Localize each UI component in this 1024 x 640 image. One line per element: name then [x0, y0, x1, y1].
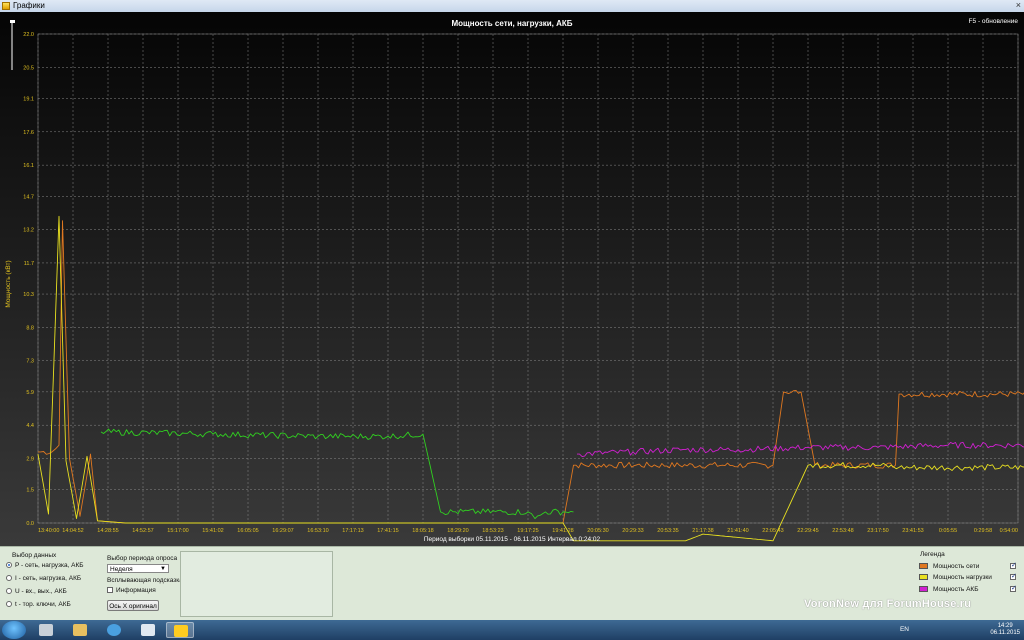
radio-icon[interactable]	[6, 562, 12, 568]
x-tick-label: 18:05:18	[412, 528, 433, 534]
y-tick-label: 13.2	[23, 228, 34, 234]
x-tick-label: 16:29:07	[272, 528, 293, 534]
period-select-value: Неделя	[110, 566, 133, 573]
x-tick-label: 23:17:50	[867, 528, 888, 534]
legend-item-load: Мощность нагрузки	[919, 572, 992, 582]
legend-item-grid: Мощность сети	[919, 561, 979, 571]
lightning-icon[interactable]	[166, 622, 194, 638]
x-tick-label: 0:29:58	[974, 528, 992, 534]
x-tick-label: 19:41:28	[552, 528, 573, 534]
x-tick-label: 16:05:05	[237, 528, 258, 534]
data-option-p[interactable]: P - сеть, нагрузка, АКБ	[6, 560, 84, 570]
legend-checkbox-load[interactable]	[1010, 572, 1017, 580]
power-chart[interactable]: 0.0 1.5 2.9 4.4 5.9 7.3 8.8 10.3 11.7 13.2 14.7 16.…	[0, 12, 1024, 546]
y-tick-label: 16.1	[23, 163, 34, 169]
x-tick-label: 20:29:33	[622, 528, 643, 534]
radio-icon[interactable]	[6, 575, 12, 581]
window-title: Графики	[13, 1, 45, 10]
doc-icon[interactable]	[136, 622, 160, 638]
y-tick-label: 7.3	[26, 359, 34, 365]
app-icon	[2, 2, 10, 10]
pen-icon[interactable]	[34, 622, 58, 638]
zoom-slider-handle[interactable]	[10, 20, 15, 23]
info-checkbox-row[interactable]: Информация	[107, 585, 156, 595]
y-tick-label: 14.7	[23, 194, 34, 200]
x-tick-label: 0:05:55	[939, 528, 957, 534]
chart-title: Мощность сети, нагрузки, АКБ	[452, 19, 573, 28]
x-tick-label: 15:41:02	[202, 528, 223, 534]
legend-title: Легенда	[920, 551, 945, 558]
x-tick-label: 15:17:00	[167, 528, 188, 534]
y-tick-label: 11.7	[24, 261, 34, 267]
y-tick-label: 5.9	[26, 390, 34, 396]
x-tick-label: 20:05:30	[587, 528, 608, 534]
x-tick-label: 17:17:13	[342, 528, 363, 534]
x-tick-label: 22:05:43	[762, 528, 783, 534]
folder-icon[interactable]	[68, 622, 92, 638]
period-select[interactable]: Неделя ▼	[107, 564, 169, 573]
period-text: Период выборки 05.11.2015 - 06.11.2015 И…	[424, 535, 601, 543]
y-tick-label: 17.6	[23, 130, 34, 136]
radio-icon[interactable]	[6, 588, 12, 594]
period-title: Выбор периода опроса	[107, 555, 178, 562]
y-tick-label: 19.1	[23, 96, 34, 102]
y-tick-label: 0.0	[26, 521, 34, 527]
x-tick-label: 22:29:45	[797, 528, 818, 534]
watermark: VoronNew для ForumHouse.ru	[804, 598, 972, 610]
data-option-u[interactable]: U - вх., вых., АКБ	[6, 586, 67, 596]
radio-icon[interactable]	[6, 601, 12, 607]
x-tick-label: 14:28:55	[97, 528, 118, 534]
legend-checkbox-battery[interactable]	[1010, 584, 1017, 592]
control-panel: Выбор данных P - сеть, нагрузка, АКБ I -…	[0, 546, 1024, 621]
info-checkbox[interactable]	[107, 587, 113, 593]
reset-x-axis-button[interactable]: Ось X оригинал	[107, 600, 159, 611]
taskbar: EN 14:29 06.11.2015	[0, 620, 1024, 640]
legend-swatch	[919, 586, 928, 592]
clock[interactable]: 14:29 06.11.2015	[990, 623, 1020, 637]
info-panel	[180, 551, 333, 617]
x-tick-label: 21:41:40	[727, 528, 748, 534]
y-tick-label: 4.4	[26, 423, 34, 429]
x-tick-label: 14:52:57	[132, 528, 153, 534]
x-tick-label: 18:29:20	[447, 528, 468, 534]
y-tick-label: 10.3	[23, 292, 34, 298]
legend-item-battery: Мощность АКБ	[919, 584, 978, 594]
x-tick-label: 13:40:00	[38, 528, 59, 534]
x-tick-label: 21:17:38	[692, 528, 713, 534]
y-tick-label: 1.5	[26, 488, 34, 494]
data-option-t[interactable]: t - тор. ключи, АКБ	[6, 599, 71, 609]
ie-icon[interactable]	[102, 622, 126, 638]
x-tick-label: 18:53:23	[482, 528, 503, 534]
y-tick-label: 22.0	[23, 32, 34, 38]
x-tick-label: 0:54:00	[1000, 528, 1018, 534]
legend-swatch	[919, 563, 928, 569]
x-tick-label: 22:53:48	[832, 528, 853, 534]
x-tick-label: 14:04:52	[62, 528, 83, 534]
close-icon[interactable]: ×	[1016, 0, 1021, 10]
x-tick-label: 16:53:10	[307, 528, 328, 534]
y-tick-label: 20.5	[23, 65, 34, 71]
start-orb-icon[interactable]	[2, 621, 26, 639]
legend-checkbox-grid[interactable]	[1010, 561, 1017, 569]
x-tick-label: 17:41:15	[377, 528, 398, 534]
chevron-down-icon[interactable]: ▼	[160, 565, 166, 574]
x-tick-label: 19:17:25	[517, 528, 538, 534]
data-group-title: Выбор данных	[12, 552, 57, 559]
x-tick-label: 23:41:53	[902, 528, 923, 534]
data-option-i[interactable]: I - сеть, нагрузка, АКБ	[6, 573, 81, 583]
y-tick-label: 8.8	[26, 325, 34, 331]
x-tick-label: 20:53:35	[657, 528, 678, 534]
legend-swatch	[919, 574, 928, 580]
refresh-hint: F5 - обновление	[969, 17, 1019, 25]
language-indicator[interactable]: EN	[900, 626, 909, 633]
x-tick-labels: 13:40:00 14:04:52 14:28:55 14:52:57 15:17:00…	[38, 528, 1018, 534]
y-axis-label: Мощность (кВт)	[5, 260, 12, 307]
tooltip-title: Всплывающая подсказка	[107, 577, 183, 584]
y-tick-label: 2.9	[26, 457, 34, 463]
